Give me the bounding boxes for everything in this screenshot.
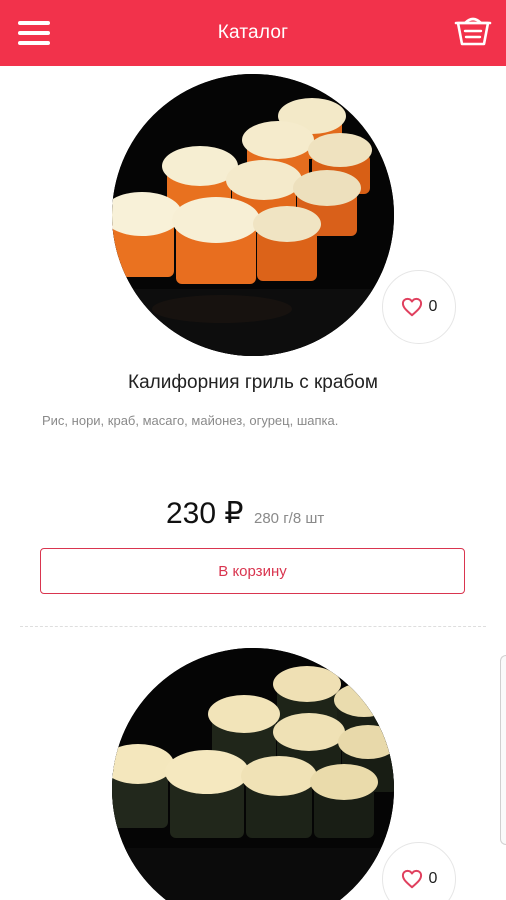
divider	[20, 626, 486, 627]
heart-icon	[401, 869, 422, 889]
sushi-roll-image	[112, 648, 394, 900]
cart-icon	[454, 17, 492, 46]
like-button[interactable]: 0	[382, 270, 456, 344]
menu-button[interactable]	[18, 18, 50, 48]
heart-icon	[401, 297, 422, 317]
like-button[interactable]: 0	[382, 842, 456, 900]
add-to-cart-label: В корзину	[218, 562, 287, 580]
scrollbar[interactable]	[500, 655, 506, 845]
product-photo[interactable]	[112, 74, 394, 356]
page-title: Каталог	[217, 22, 289, 43]
product-price: 230 ₽	[166, 497, 244, 530]
like-count: 0	[428, 298, 438, 315]
sushi-roll-image	[112, 74, 394, 356]
cart-button[interactable]	[454, 14, 492, 50]
add-to-cart-button[interactable]: В корзину	[40, 548, 465, 594]
product-description: Рис, нори, краб, масаго, майонез, огурец…	[42, 413, 339, 428]
app-bar: Каталог	[0, 0, 506, 66]
menu-icon	[18, 21, 50, 45]
product-weight: 280 г/8 шт	[254, 510, 325, 527]
product-photo[interactable]	[112, 648, 394, 900]
like-count: 0	[428, 870, 438, 887]
catalog-list: 0 Калифорния гриль с крабом Рис, нори, к…	[0, 66, 506, 900]
product-name: Калифорния гриль с крабом	[128, 372, 378, 393]
